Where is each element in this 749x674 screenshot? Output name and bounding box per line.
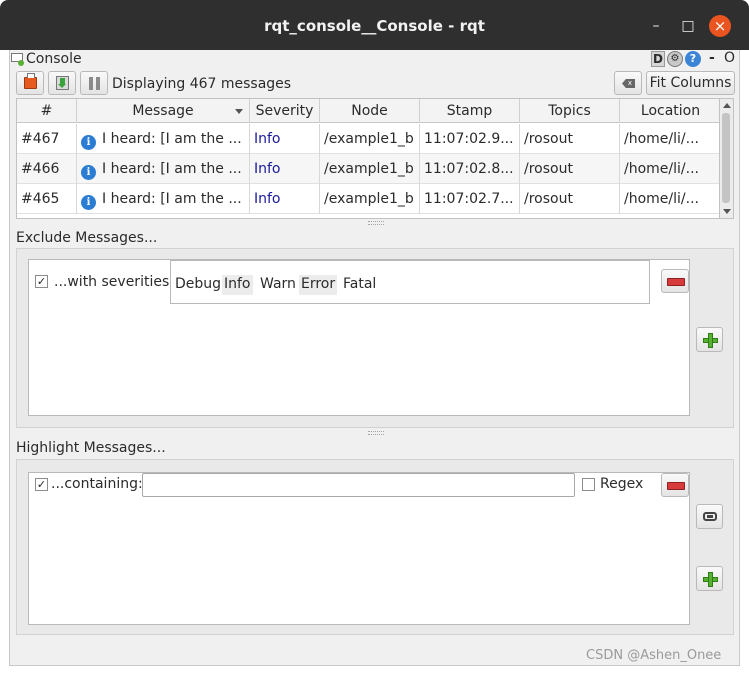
splitter-handle[interactable] bbox=[368, 221, 384, 225]
cell-message: i I heard: [I am the ... bbox=[77, 184, 250, 214]
cell-message: i I heard: [I am the ... bbox=[77, 124, 250, 154]
save-file-button[interactable] bbox=[48, 71, 76, 95]
console-plugin-icon bbox=[11, 53, 24, 66]
dock-minimize-button[interactable]: - bbox=[709, 50, 715, 66]
add-exclude-filter-button[interactable] bbox=[696, 327, 723, 352]
cell-node: /example1_b bbox=[320, 184, 420, 214]
severity-info[interactable]: Info bbox=[222, 275, 253, 295]
message-table: # Message Severity Node Stamp Topics Loc… bbox=[16, 98, 720, 219]
maximize-icon[interactable]: □ bbox=[678, 16, 698, 36]
severity-filter-checkbox[interactable]: ✓ bbox=[35, 275, 48, 288]
exclude-messages-title: Exclude Messages... bbox=[16, 230, 158, 246]
column-header-location[interactable]: Location bbox=[620, 99, 719, 123]
pause-button[interactable] bbox=[80, 71, 108, 95]
scroll-thumb[interactable] bbox=[722, 113, 730, 203]
severity-filter-label: ...with severities: bbox=[54, 274, 174, 290]
cell-topics: /rosout bbox=[520, 124, 620, 154]
cell-severity: Info bbox=[250, 154, 320, 184]
cell-topics: /rosout bbox=[520, 154, 620, 184]
add-highlight-filter-button[interactable] bbox=[696, 566, 723, 591]
info-icon: i bbox=[81, 165, 96, 180]
column-header-message-label: Message bbox=[132, 103, 194, 119]
clear-icon: x bbox=[622, 79, 635, 88]
cell-location: /home/li/... bbox=[624, 131, 699, 147]
column-header-stamp[interactable]: Stamp bbox=[420, 99, 520, 123]
severity-list: Debug Info Warn Error Fatal bbox=[170, 260, 650, 304]
severity-fatal[interactable]: Fatal bbox=[341, 275, 378, 295]
open-file-button[interactable] bbox=[16, 71, 44, 95]
clear-messages-button[interactable]: x bbox=[614, 71, 642, 95]
remove-highlight-filter-button[interactable] bbox=[661, 473, 689, 497]
table-row[interactable]: #466 i I heard: [I am the ... Info /examp… bbox=[17, 154, 719, 184]
cell-node: /example1_b bbox=[320, 124, 420, 154]
help-icon[interactable]: ? bbox=[685, 51, 701, 67]
highlight-filter-list: ✓ ...containing: Regex bbox=[28, 472, 690, 625]
severity-warn[interactable]: Warn bbox=[258, 275, 298, 295]
regex-checkbox[interactable] bbox=[582, 478, 595, 491]
sort-desc-icon bbox=[235, 109, 243, 114]
severity-error[interactable]: Error bbox=[299, 275, 338, 295]
cell-message: i I heard: [I am the ... bbox=[77, 154, 250, 184]
info-icon: i bbox=[81, 135, 96, 150]
cell-message-text: I heard: [I am the ... bbox=[102, 131, 242, 147]
text-filter-checkbox[interactable]: ✓ bbox=[35, 478, 48, 491]
window-title: rqt_console__Console - rqt bbox=[264, 17, 485, 35]
highlight-text-input[interactable] bbox=[142, 473, 575, 497]
table-header: # Message Severity Node Stamp Topics Loc… bbox=[17, 99, 719, 123]
cell-message-text: I heard: [I am the ... bbox=[102, 161, 242, 177]
table-scrollbar[interactable] bbox=[720, 98, 734, 219]
cell-stamp: 11:07:02.9... bbox=[420, 124, 520, 154]
highlight-toggle-button[interactable] bbox=[696, 504, 723, 529]
cell-node: /example1_b bbox=[320, 154, 420, 184]
save-icon bbox=[56, 76, 69, 90]
cell-severity: Info bbox=[250, 184, 320, 214]
splitter-handle[interactable] bbox=[368, 431, 384, 435]
text-filter-label: ...containing: bbox=[51, 476, 143, 492]
column-header-topics[interactable]: Topics bbox=[520, 99, 620, 123]
table-row[interactable]: #465 i I heard: [I am the ... Info /examp… bbox=[17, 184, 719, 214]
info-icon: i bbox=[81, 195, 96, 210]
message-count-status: Displaying 467 messages bbox=[112, 76, 292, 92]
dock-title: Console bbox=[26, 51, 82, 67]
scroll-up-icon[interactable] bbox=[723, 103, 731, 108]
cell-stamp: 11:07:02.7... bbox=[420, 184, 520, 214]
column-header-severity[interactable]: Severity bbox=[250, 99, 320, 123]
title-bar: rqt_console__Console - rqt – □ × bbox=[0, 0, 749, 50]
cell-severity: Info bbox=[250, 124, 320, 154]
highlight-group: ✓ ...containing: Regex bbox=[16, 459, 734, 635]
minimize-icon[interactable]: – bbox=[646, 16, 666, 36]
cell-topics: /rosout bbox=[520, 184, 620, 214]
fit-columns-button[interactable]: Fit Columns bbox=[646, 71, 735, 95]
dock-d-button[interactable]: D bbox=[651, 51, 665, 67]
exclude-filter-list: ✓ ...with severities: Debug Info Warn Er… bbox=[28, 259, 690, 416]
cell-location: /home/li/... bbox=[624, 191, 699, 207]
dock-close-button[interactable]: O bbox=[724, 50, 735, 66]
watermark: CSDN @Ashen_Onee bbox=[586, 648, 722, 663]
table-row[interactable]: #467 i I heard: [I am the ... Info /examp… bbox=[17, 124, 719, 154]
cell-number: #465 bbox=[17, 184, 77, 214]
remove-exclude-filter-button[interactable] bbox=[661, 269, 689, 293]
scroll-down-icon[interactable] bbox=[723, 209, 731, 214]
cell-stamp: 11:07:02.8... bbox=[420, 154, 520, 184]
exclude-group: ✓ ...with severities: Debug Info Warn Er… bbox=[16, 248, 734, 428]
cell-number: #466 bbox=[17, 154, 77, 184]
cell-number: #467 bbox=[17, 124, 77, 154]
column-header-node[interactable]: Node bbox=[320, 99, 420, 123]
cell-location: /home/li/... bbox=[624, 161, 699, 177]
column-header-message[interactable]: Message bbox=[77, 99, 250, 123]
cell-message-text: I heard: [I am the ... bbox=[102, 191, 242, 207]
main-window: Console D ⚙ ? - O Displaying 467 message… bbox=[9, 50, 740, 666]
highlighter-icon bbox=[703, 512, 717, 521]
open-folder-icon bbox=[24, 73, 37, 89]
column-header-number[interactable]: # bbox=[17, 99, 77, 123]
regex-label: Regex bbox=[600, 476, 644, 492]
severity-debug[interactable]: Debug bbox=[173, 275, 223, 295]
highlight-messages-title: Highlight Messages... bbox=[16, 440, 166, 456]
close-icon[interactable]: × bbox=[709, 15, 731, 37]
settings-gear-icon[interactable]: ⚙ bbox=[667, 51, 683, 67]
pause-icon bbox=[89, 77, 100, 90]
